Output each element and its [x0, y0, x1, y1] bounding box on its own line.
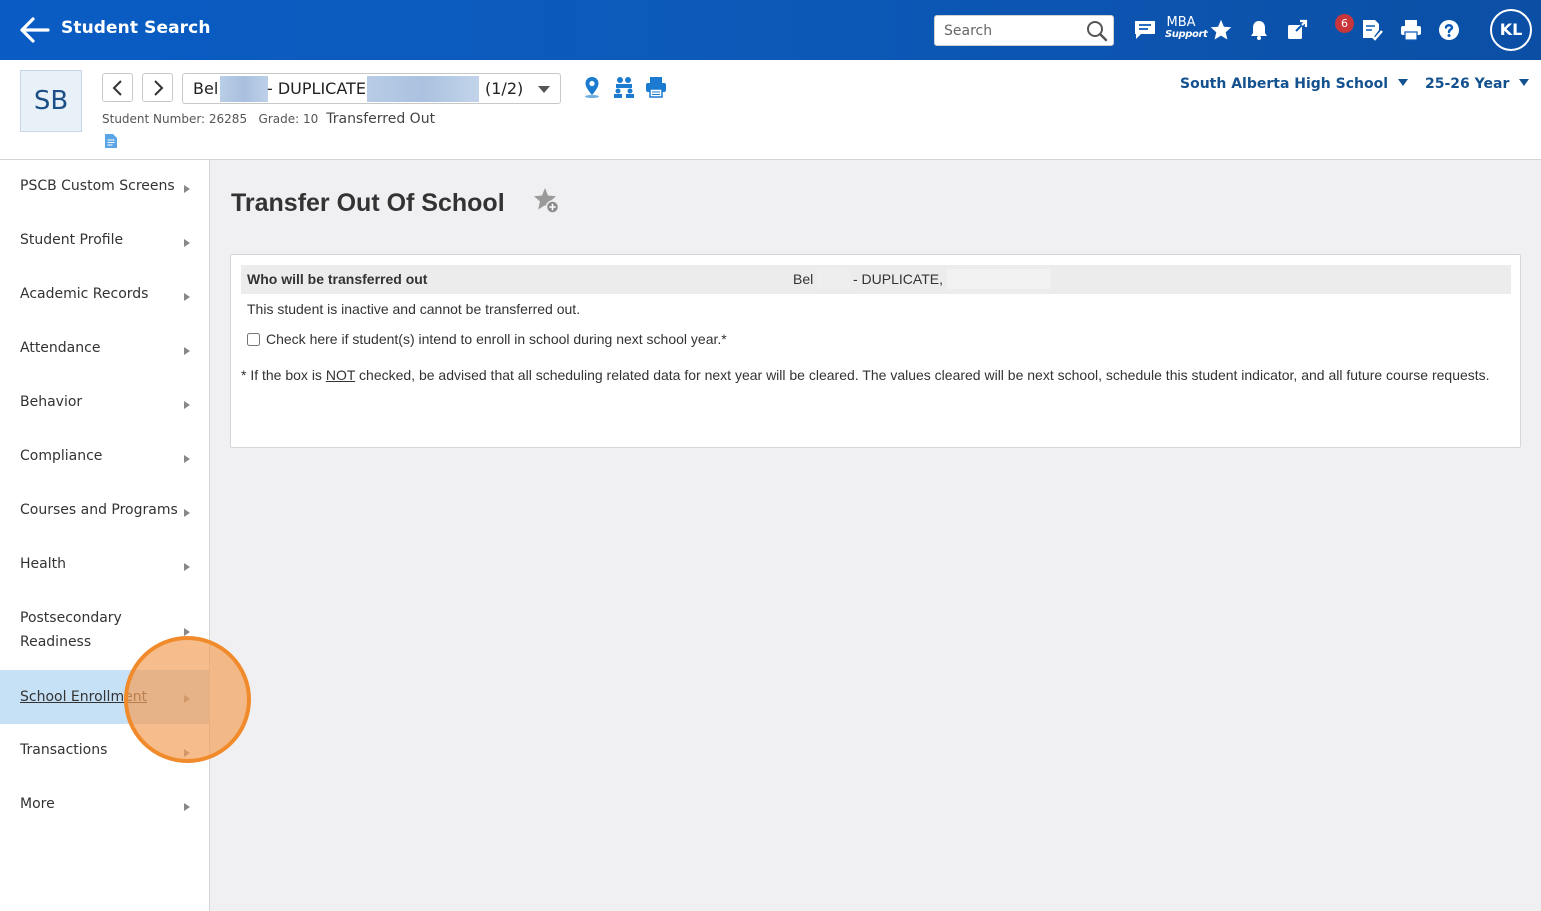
note-suffix: checked, be advised that all scheduling … [355, 367, 1490, 383]
add-favorite-star-icon[interactable] [532, 186, 562, 216]
chevron-right-icon [184, 803, 190, 811]
page-title: Transfer Out Of School [231, 189, 505, 217]
student-name-duplicate: - DUPLICATE, [267, 79, 372, 98]
chevron-right-icon [184, 293, 190, 301]
sidebar-item-label: PSCB Custom Screens [20, 178, 175, 194]
sidebar-item-label: Academic Records [20, 286, 149, 302]
sidebar-item-postsecondary-readiness[interactable]: Postsecondary Readiness [0, 606, 209, 656]
transfer-out-panel: Who will be transferred out Bel - DUPLIC… [230, 254, 1521, 448]
enrollment-status: Transferred Out [326, 111, 436, 127]
sidebar-item-school-enrollment[interactable]: School Enrollment [0, 670, 209, 724]
tasks-icon[interactable] [1359, 17, 1385, 43]
sidebar-item-label: Transactions [20, 742, 108, 758]
sidebar-item-label: Health [20, 556, 66, 572]
top-bar: Student Search MBA Support 6 KL [0, 0, 1541, 60]
app-title[interactable]: Student Search [61, 18, 211, 38]
redacted-text [367, 76, 479, 102]
chevron-right-icon [184, 695, 190, 703]
print-icon[interactable] [1398, 17, 1424, 43]
sidebar-item-label: School Enrollment [20, 689, 148, 705]
inactive-message: This student is inactive and cannot be t… [247, 301, 581, 317]
star-icon[interactable] [1208, 17, 1234, 43]
chevron-right-icon [184, 628, 190, 636]
chevron-right-icon [184, 401, 190, 409]
chevron-right-icon [184, 347, 190, 355]
external-link-icon[interactable] [1284, 17, 1310, 43]
sidebar-item-label: Student Profile [20, 232, 124, 248]
chevron-right-icon [184, 563, 190, 571]
year-selector[interactable]: 25-26 Year [1425, 76, 1530, 92]
enroll-next-year-checkbox[interactable] [247, 332, 260, 346]
sidebar-item-student-profile[interactable]: Student Profile [0, 228, 209, 258]
chevron-right-icon [184, 509, 190, 517]
student-name-part: Bel [193, 79, 219, 98]
user-avatar[interactable]: KL [1490, 9, 1532, 51]
notification-badge[interactable]: 6 [1335, 14, 1354, 33]
back-arrow-icon[interactable] [18, 16, 50, 44]
note-emphasis: NOT [325, 367, 356, 383]
student-name-part: Bel [793, 271, 814, 287]
chevron-right-icon [184, 239, 190, 247]
search-icon[interactable] [1086, 20, 1108, 42]
student-selector[interactable]: Bel - DUPLICATE, (1/2) [182, 73, 561, 104]
sidebar-item-attendance[interactable]: Attendance [0, 336, 209, 366]
sidebar-item-transactions[interactable]: Transactions [0, 738, 209, 768]
chevron-right-icon [184, 185, 190, 193]
sidebar-item-label: Postsecondary Readiness [20, 610, 122, 650]
document-icon[interactable] [104, 133, 118, 149]
sidebar-item-behavior[interactable]: Behavior [0, 390, 209, 420]
sidebar-item-compliance[interactable]: Compliance [0, 444, 209, 474]
note-prefix: * If the box is [241, 367, 326, 383]
checkbox-label: Check here if student(s) intend to enrol… [266, 331, 727, 347]
mba-label: MBA [1166, 15, 1196, 30]
sidebar-item-label: Behavior [20, 394, 83, 410]
help-icon[interactable] [1436, 17, 1462, 43]
family-tree-icon[interactable] [612, 75, 638, 101]
school-name: South Alberta High School [1180, 76, 1389, 92]
chevron-down-icon [1519, 79, 1530, 86]
school-selector[interactable]: South Alberta High School [1180, 76, 1409, 92]
chevron-right-icon [153, 79, 163, 96]
enroll-next-year-option[interactable]: Check here if student(s) intend to enrol… [247, 331, 727, 347]
location-pin-icon[interactable] [580, 75, 606, 101]
school-year: 25-26 Year [1425, 76, 1510, 92]
row-label: Who will be transferred out [247, 271, 428, 287]
next-student-button[interactable] [142, 73, 173, 102]
print-icon[interactable] [644, 75, 670, 101]
mba-support-link[interactable]: MBA Support [1165, 15, 1208, 41]
student-name-duplicate: - DUPLICATE, [853, 271, 943, 287]
student-position: (1/2) [485, 79, 524, 98]
chevron-right-icon [184, 455, 190, 463]
support-label: Support [1165, 29, 1208, 40]
redacted-text [220, 76, 268, 102]
scheduling-note: * If the box is NOT checked, be advised … [241, 367, 1516, 383]
bell-icon[interactable] [1246, 17, 1272, 43]
sidebar-item-courses-and-programs[interactable]: Courses and Programs [0, 498, 209, 528]
sidebar-item-health[interactable]: Health [0, 552, 209, 582]
search-input[interactable] [935, 16, 1075, 45]
student-initials: SB [20, 70, 82, 132]
messages-icon[interactable] [1132, 17, 1158, 43]
student-number-grade: Student Number: 26285 Grade: 10 [102, 112, 319, 126]
sidebar-item-label: Courses and Programs [20, 502, 178, 518]
chevron-down-icon [538, 86, 550, 93]
sidebar-item-academic-records[interactable]: Academic Records [0, 282, 209, 312]
sidebar-item-pscb-custom-screens[interactable]: PSCB Custom Screens [0, 174, 209, 204]
sidebar-item-label: More [20, 796, 55, 812]
sidebar: PSCB Custom Screens Student Profile Acad… [0, 160, 210, 911]
sidebar-item-label: Attendance [20, 340, 101, 356]
chevron-left-icon [112, 79, 122, 96]
sidebar-item-more[interactable]: More [0, 792, 209, 822]
sidebar-item-label: Compliance [20, 448, 103, 464]
chevron-down-icon [1398, 79, 1409, 86]
previous-student-button[interactable] [102, 73, 133, 102]
redacted-text [817, 269, 851, 289]
student-meta: Student Number: 26285 Grade: 10 Transferr… [102, 111, 435, 127]
transfer-target-row: Who will be transferred out Bel - DUPLIC… [241, 265, 1511, 294]
student-header: SB Bel - DUPLICATE, (1/2) Student Number… [0, 60, 1541, 160]
search-box[interactable] [934, 15, 1114, 46]
redacted-text [947, 269, 1051, 289]
chevron-right-icon [184, 749, 190, 757]
